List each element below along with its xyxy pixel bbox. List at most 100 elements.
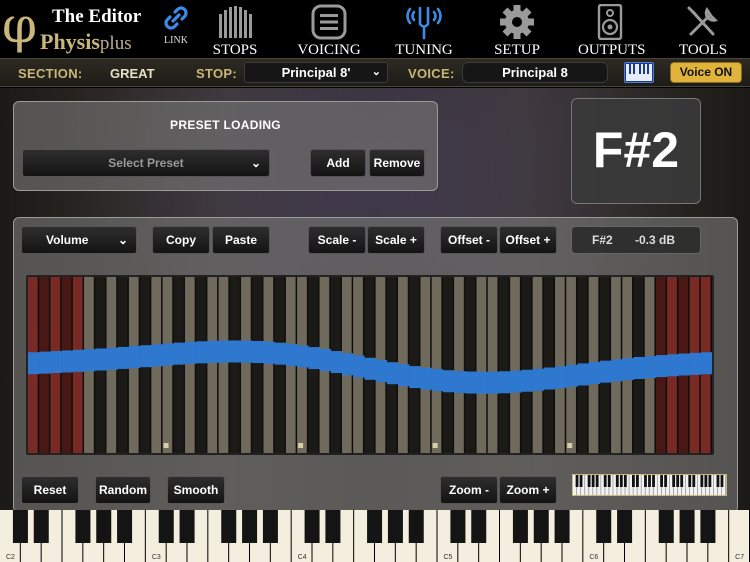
black-key[interactable] bbox=[325, 510, 341, 543]
voice-select[interactable]: Principal 8 bbox=[462, 62, 608, 83]
volume-value-bar[interactable] bbox=[106, 347, 118, 370]
volume-value-bar[interactable] bbox=[72, 349, 85, 372]
black-key[interactable] bbox=[367, 510, 383, 543]
volume-value-bar[interactable] bbox=[566, 364, 578, 387]
volume-value-bar[interactable] bbox=[644, 355, 657, 378]
note-column[interactable] bbox=[465, 277, 476, 453]
volume-value-bar[interactable] bbox=[420, 367, 432, 390]
volume-value-bar[interactable] bbox=[241, 340, 253, 363]
black-key[interactable] bbox=[221, 510, 237, 543]
black-key[interactable] bbox=[262, 510, 278, 543]
volume-value-bar[interactable] bbox=[117, 346, 130, 369]
smooth-button[interactable]: Smooth bbox=[167, 476, 225, 504]
note-column[interactable] bbox=[498, 277, 509, 453]
reset-button[interactable]: Reset bbox=[21, 476, 79, 504]
black-key[interactable] bbox=[179, 510, 195, 543]
volume-value-bar[interactable] bbox=[330, 351, 343, 374]
volume-value-bar[interactable] bbox=[487, 371, 500, 394]
note-column[interactable] bbox=[252, 277, 262, 453]
nav-voicing[interactable]: VOICING bbox=[296, 0, 362, 58]
scale-minus-button[interactable]: Scale - bbox=[308, 226, 366, 254]
volume-value-bar[interactable] bbox=[498, 371, 511, 394]
black-key[interactable] bbox=[75, 510, 91, 543]
zoom-plus-button[interactable]: Zoom + bbox=[499, 476, 557, 504]
note-column[interactable] bbox=[510, 277, 520, 453]
copy-button[interactable]: Copy bbox=[152, 226, 210, 254]
nav-setup[interactable]: SETUP bbox=[492, 0, 542, 58]
volume-value-bar[interactable] bbox=[84, 349, 96, 372]
keyboard-toggle-button[interactable] bbox=[624, 62, 654, 83]
scale-plus-button[interactable]: Scale + bbox=[367, 226, 425, 254]
zoom-range-keyboard[interactable] bbox=[572, 474, 727, 496]
note-column[interactable] bbox=[543, 277, 554, 453]
volume-value-bar[interactable] bbox=[39, 351, 51, 374]
volume-value-bar[interactable] bbox=[274, 342, 287, 365]
volume-value-bar[interactable] bbox=[140, 345, 152, 368]
volume-curve-editor[interactable] bbox=[26, 275, 714, 455]
black-key[interactable] bbox=[471, 510, 487, 543]
note-column[interactable] bbox=[442, 277, 453, 453]
black-key[interactable] bbox=[533, 510, 549, 543]
note-column[interactable] bbox=[420, 277, 431, 453]
note-column[interactable] bbox=[409, 277, 419, 453]
volume-value-bar[interactable] bbox=[622, 358, 634, 381]
volume-value-bar[interactable] bbox=[162, 343, 174, 366]
black-key[interactable] bbox=[408, 510, 424, 543]
note-column[interactable] bbox=[274, 277, 285, 453]
volume-value-bar[interactable] bbox=[229, 340, 242, 363]
volume-value-bar[interactable] bbox=[341, 353, 354, 376]
volume-value-bar[interactable] bbox=[252, 341, 264, 364]
random-button[interactable]: Random bbox=[95, 476, 151, 504]
volume-value-bar[interactable] bbox=[207, 340, 219, 363]
nav-outputs[interactable]: OUTPUTS bbox=[578, 0, 646, 58]
black-key[interactable] bbox=[596, 510, 612, 543]
volume-value-bar[interactable] bbox=[689, 352, 701, 375]
black-key[interactable] bbox=[617, 510, 633, 543]
black-key[interactable] bbox=[96, 510, 112, 543]
piano-keys[interactable]: C2 C3 C4 C5 C6 C7 bbox=[0, 510, 750, 562]
volume-value-bar[interactable] bbox=[308, 347, 320, 370]
volume-value-bar[interactable] bbox=[128, 346, 141, 369]
volume-value-bar[interactable] bbox=[454, 371, 466, 394]
black-key[interactable] bbox=[679, 510, 695, 543]
volume-value-bar[interactable] bbox=[633, 357, 645, 380]
black-key[interactable] bbox=[242, 510, 258, 543]
volume-value-bar[interactable] bbox=[655, 355, 668, 378]
black-key[interactable] bbox=[450, 510, 466, 543]
volume-value-bar[interactable] bbox=[700, 352, 712, 375]
note-column[interactable] bbox=[532, 277, 543, 453]
volume-value-bar[interactable] bbox=[521, 369, 533, 392]
nav-tuning[interactable]: TUNING bbox=[394, 0, 454, 58]
nav-tools[interactable]: TOOLS bbox=[678, 0, 728, 58]
piano-keyboard[interactable]: C2 C3 C4 C5 C6 C7 bbox=[0, 510, 750, 562]
note-column[interactable] bbox=[173, 277, 184, 453]
note-column[interactable] bbox=[476, 277, 487, 453]
volume-value-bar[interactable] bbox=[510, 370, 522, 393]
note-column[interactable] bbox=[431, 277, 442, 453]
note-column[interactable] bbox=[555, 277, 565, 453]
paste-button[interactable]: Paste bbox=[212, 226, 270, 254]
note-column[interactable] bbox=[207, 277, 218, 453]
volume-value-bar[interactable] bbox=[398, 364, 410, 387]
note-column[interactable] bbox=[521, 277, 532, 453]
volume-value-bar[interactable] bbox=[667, 354, 679, 377]
note-column[interactable] bbox=[487, 277, 498, 453]
volume-value-bar[interactable] bbox=[263, 341, 275, 364]
volume-value-bar[interactable] bbox=[151, 344, 163, 367]
voice-on-toggle[interactable]: Voice ON bbox=[670, 62, 742, 83]
volume-curve-bars[interactable] bbox=[28, 277, 712, 453]
volume-value-bar[interactable] bbox=[577, 363, 589, 386]
note-column[interactable] bbox=[263, 277, 274, 453]
section-value[interactable]: GREAT bbox=[110, 66, 155, 81]
remove-preset-button[interactable]: Remove bbox=[369, 149, 425, 177]
stop-select[interactable]: Principal 8' ⌄ bbox=[244, 62, 388, 83]
volume-value-bar[interactable] bbox=[61, 350, 74, 373]
volume-value-bar[interactable] bbox=[555, 366, 567, 389]
volume-value-bar[interactable] bbox=[386, 362, 399, 385]
black-key[interactable] bbox=[12, 510, 28, 543]
volume-value-bar[interactable] bbox=[375, 360, 388, 383]
parameter-dropdown[interactable]: Volume ⌄ bbox=[21, 226, 137, 254]
nav-stops[interactable]: STOPS bbox=[206, 0, 264, 58]
black-key[interactable] bbox=[700, 510, 716, 543]
note-column[interactable] bbox=[184, 277, 195, 453]
